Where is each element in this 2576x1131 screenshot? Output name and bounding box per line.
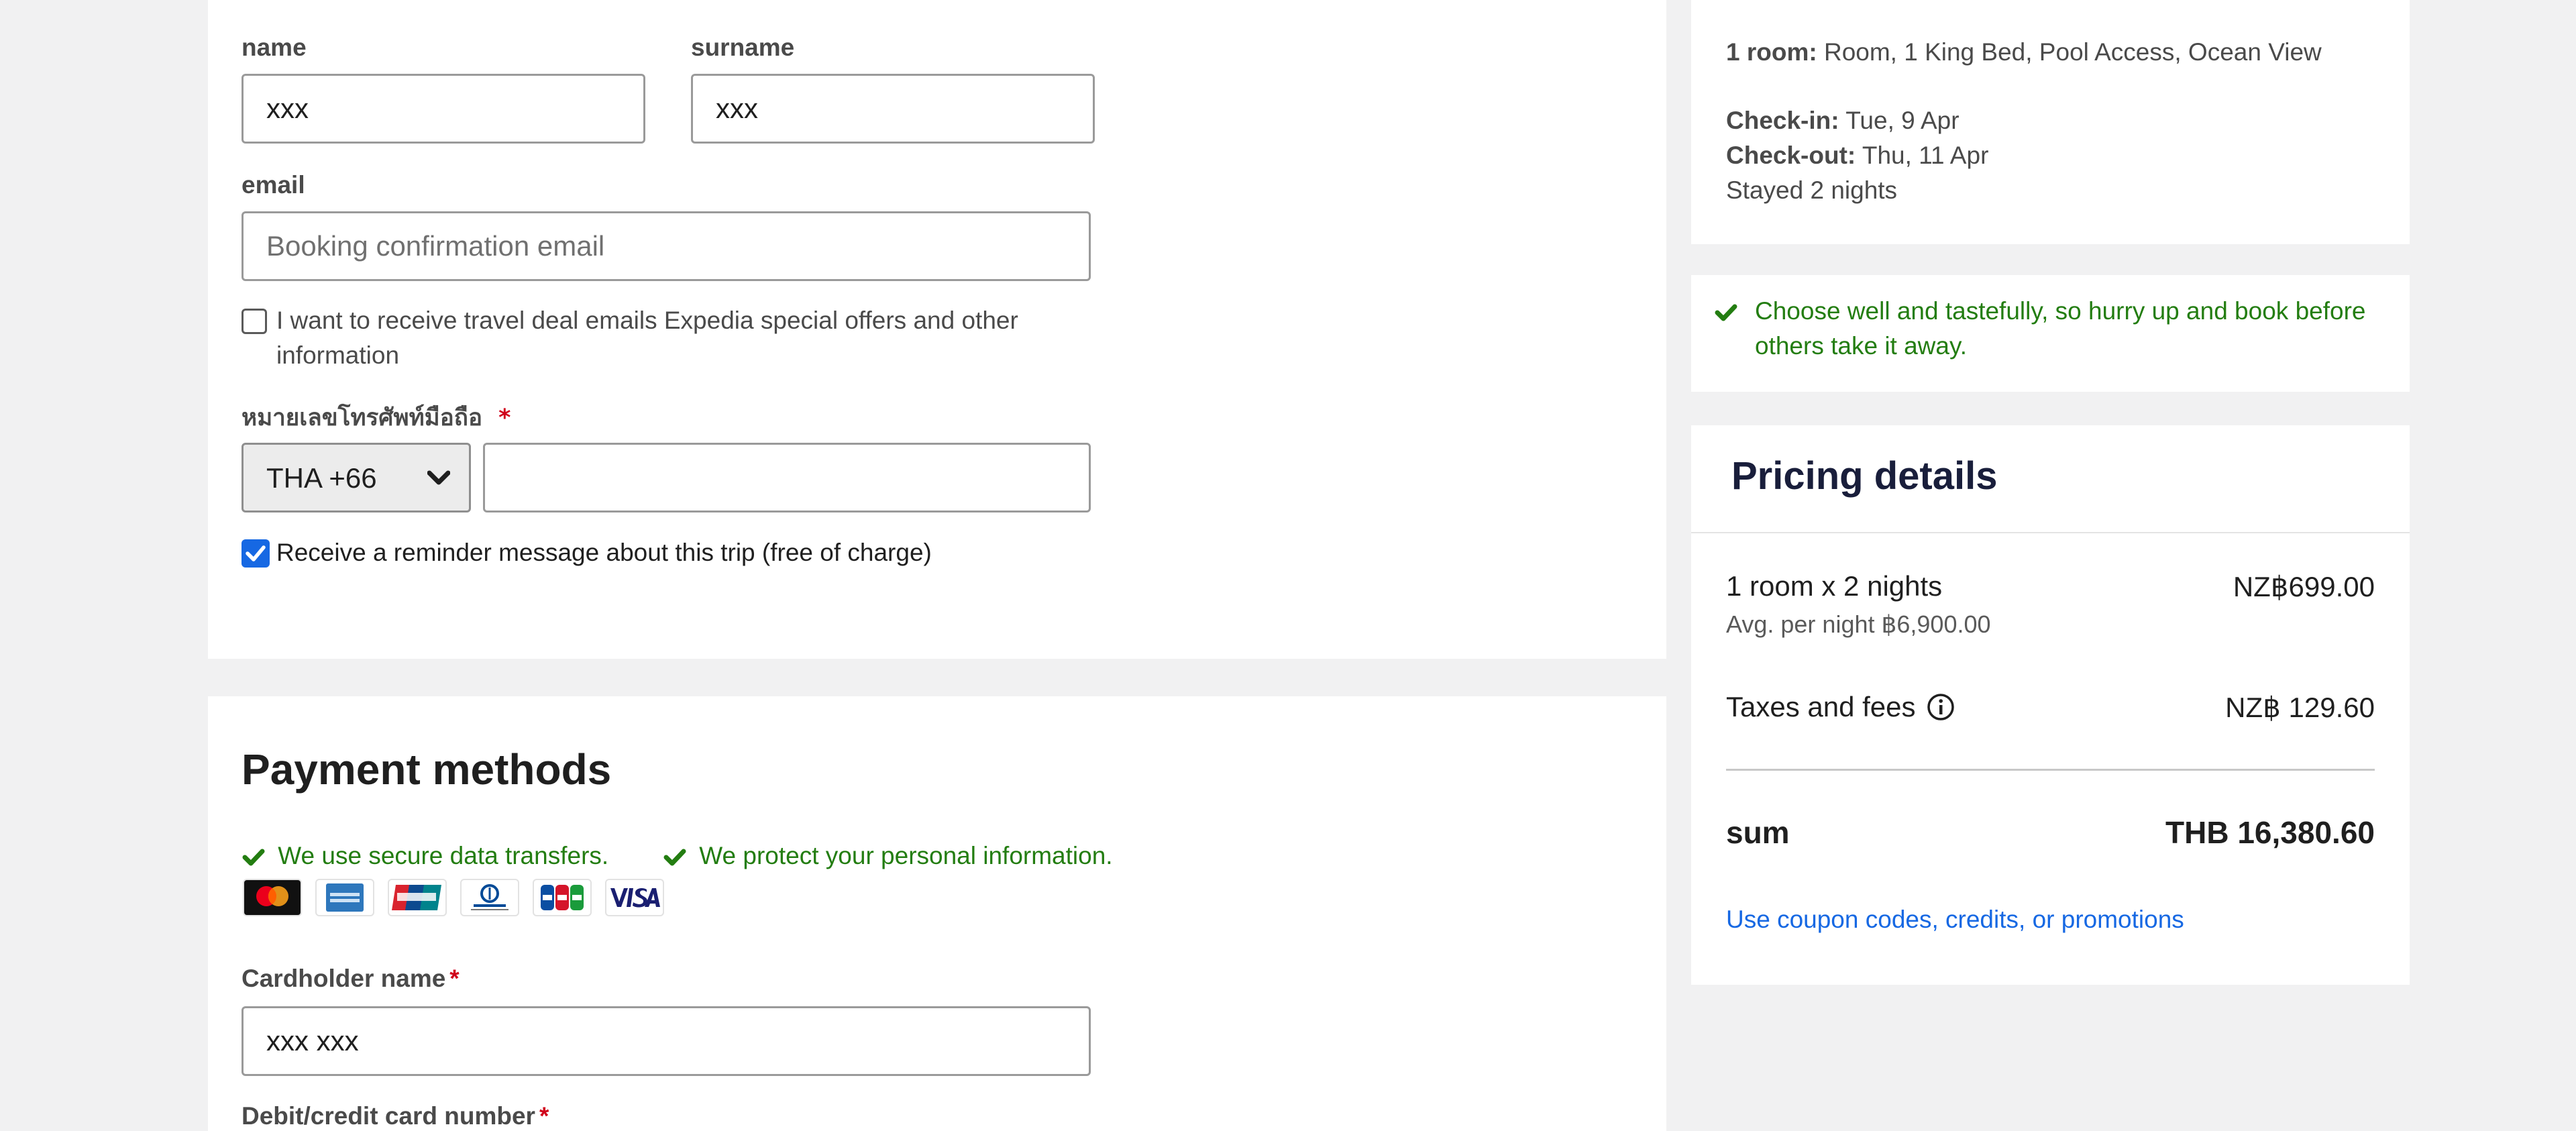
room-nights-price: NZ฿699.00 <box>2233 571 2375 602</box>
deals-checkbox-label-line1: I want to receive travel deal emails Exp… <box>276 307 1018 334</box>
mastercard-logo <box>243 879 302 916</box>
unionpay-icon <box>392 885 441 910</box>
sum-label: sum <box>1726 815 1790 850</box>
checkin-summary: Check-in: Tue, 9 Apr <box>1726 103 1960 138</box>
room-summary-label: 1 room: <box>1726 38 1817 66</box>
name-input[interactable] <box>241 74 645 144</box>
pricing-divider <box>1691 532 2410 533</box>
diners-club-icon <box>471 884 508 910</box>
surname-label: surname <box>691 34 795 61</box>
card-number-label-text: Debit/credit card number <box>241 1102 535 1130</box>
room-summary-value: Room, 1 King Bed, Pool Access, Ocean Vie… <box>1817 38 2322 66</box>
checkout-value: Thu, 11 Apr <box>1856 142 1989 169</box>
checkin-label: Check-in: <box>1726 107 1839 134</box>
jcb-logo <box>533 879 592 916</box>
secure-transfer-text: We use secure data transfers. <box>278 842 609 869</box>
cardholder-label-text: Cardholder name <box>241 965 446 992</box>
coupon-link[interactable]: Use coupon codes, credits, or promotions <box>1726 906 2184 934</box>
unionpay-logo <box>388 879 447 916</box>
sum-value: THB 16,380.60 <box>2165 815 2375 850</box>
reminder-checkbox[interactable] <box>241 539 270 568</box>
chevron-down-icon <box>427 470 450 485</box>
taxes-fees-label: Taxes and fees <box>1726 691 1955 723</box>
nights-stayed: Stayed 2 nights <box>1726 176 1898 204</box>
visa-icon <box>610 888 660 908</box>
total-divider <box>1726 769 2375 771</box>
deals-checkbox-label[interactable]: I want to receive travel deal emails Exp… <box>276 303 1115 373</box>
payment-title: Payment methods <box>241 745 612 794</box>
email-input[interactable] <box>241 211 1091 281</box>
room-nights-label: 1 room x 2 nights <box>1726 570 1943 602</box>
amex-icon <box>326 883 364 912</box>
room-summary: 1 room: Room, 1 King Bed, Pool Access, O… <box>1726 35 2322 70</box>
urgency-message-card: Choose well and tastefully, so hurry up … <box>1691 275 2410 392</box>
phone-label-text: หมายเลขโทรศัพท์มือถือ <box>241 405 482 431</box>
data-protection-note: We protect your personal information. <box>663 839 1113 873</box>
info-circle-icon[interactable] <box>1926 692 1955 722</box>
jcb-icon <box>541 885 584 910</box>
cardholder-name-input[interactable] <box>241 1006 1091 1076</box>
pricing-title: Pricing details <box>1731 454 1998 498</box>
avg-per-night: Avg. per night ฿6,900.00 <box>1726 610 1991 638</box>
cardholder-required-marker: * <box>449 965 460 992</box>
mastercard-icon <box>256 886 288 906</box>
data-protection-text: We protect your personal information. <box>699 842 1113 869</box>
visa-logo <box>605 879 664 916</box>
checkout-label: Check-out: <box>1726 142 1856 169</box>
amex-logo <box>315 879 374 916</box>
checkout-summary: Check-out: Thu, 11 Apr <box>1726 138 1988 173</box>
name-label: name <box>241 34 307 61</box>
checkin-value: Tue, 9 Apr <box>1839 107 1960 134</box>
card-number-required-marker: * <box>539 1102 549 1130</box>
checkmark-icon <box>246 545 266 561</box>
phone-required-marker: * <box>498 405 511 431</box>
pricing-details-card: Pricing details 1 room x 2 nights NZ฿699… <box>1691 425 2410 985</box>
urgency-text: Choose well and tastefully, so hurry up … <box>1755 294 2365 364</box>
country-code-select[interactable]: THA +66 <box>241 443 471 513</box>
check-icon <box>663 849 686 866</box>
urgency-text-line2: others take it away. <box>1755 332 1968 360</box>
check-icon <box>242 849 265 866</box>
cardholder-label: Cardholder name * <box>241 965 460 993</box>
email-label: email <box>241 171 305 199</box>
deals-checkbox[interactable] <box>241 309 267 334</box>
card-number-label: Debit/credit card number * <box>241 1102 549 1130</box>
check-icon <box>1715 304 1737 321</box>
secure-transfer-note: We use secure data transfers. <box>241 839 608 873</box>
country-code-value: THA +66 <box>266 462 377 494</box>
urgency-text-line1: Choose well and tastefully, so hurry up … <box>1755 297 2366 325</box>
contact-details-card: name surname email I want to receive tra… <box>208 0 1666 659</box>
reminder-checkbox-label[interactable]: Receive a reminder message about this tr… <box>276 535 932 570</box>
stay-summary-card: 1 room: Room, 1 King Bed, Pool Access, O… <box>1691 0 2410 244</box>
surname-input[interactable] <box>691 74 1095 144</box>
diners-club-logo <box>460 879 519 916</box>
phone-label: หมายเลขโทรศัพท์มือถือ * <box>241 399 511 436</box>
taxes-fees-price: NZ฿ 129.60 <box>2225 692 2375 723</box>
taxes-fees-text: Taxes and fees <box>1726 691 1916 722</box>
phone-number-input[interactable] <box>483 443 1091 513</box>
deals-checkbox-label-line2: information <box>276 341 400 369</box>
